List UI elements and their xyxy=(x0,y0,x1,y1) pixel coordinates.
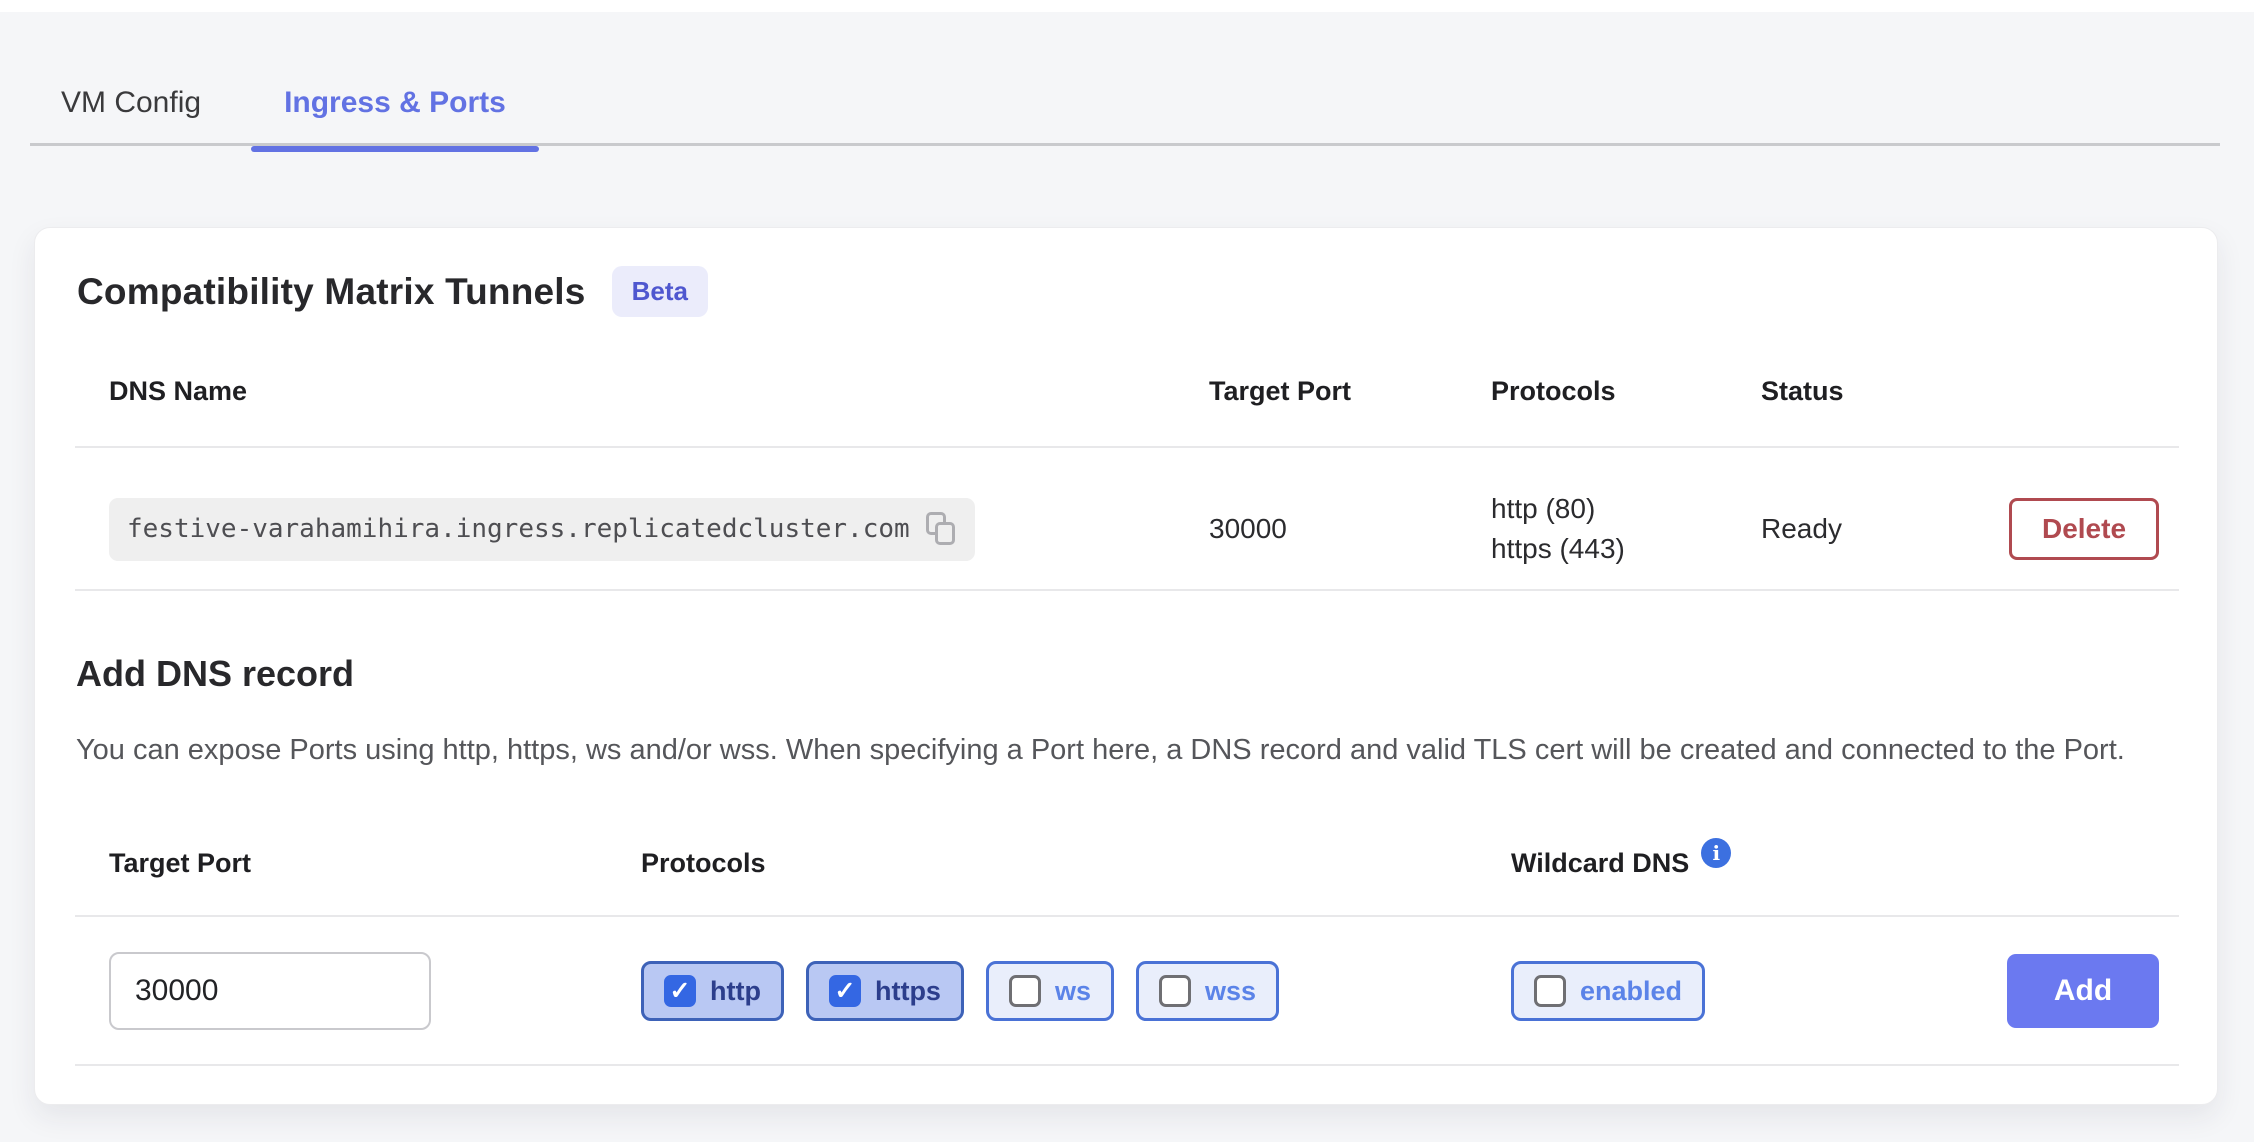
add-button[interactable]: Add xyxy=(2007,954,2159,1028)
protocol-checkbox-wss[interactable]: wss xyxy=(1136,961,1279,1021)
protocol-checkbox-http[interactable]: http xyxy=(641,961,784,1021)
protocol-label: http xyxy=(710,976,761,1007)
beta-badge: Beta xyxy=(612,266,708,317)
table-row-divider xyxy=(75,589,2179,591)
row-status: Ready xyxy=(1761,513,2009,545)
form-bottom-divider xyxy=(75,1064,2179,1066)
protocol-checkbox-ws[interactable]: ws xyxy=(986,961,1114,1021)
protocol-label: https xyxy=(875,976,941,1007)
form-label-divider xyxy=(75,915,2179,917)
card-title-row: Compatibility Matrix Tunnels Beta xyxy=(77,266,708,317)
col-header-target-port: Target Port xyxy=(1209,376,1491,407)
row-target-port: 30000 xyxy=(1209,513,1491,545)
protocol-checkbox-https[interactable]: https xyxy=(806,961,964,1021)
tunnels-card: Compatibility Matrix Tunnels Beta DNS Na… xyxy=(34,227,2218,1105)
dns-name-value: festive-varahamihira.ingress.replicatedc… xyxy=(127,514,910,544)
row-protocol-https: https (443) xyxy=(1491,529,1761,569)
tab-vm-config[interactable]: VM Config xyxy=(61,60,201,146)
table-header-divider xyxy=(75,446,2179,448)
checkbox-icon xyxy=(1534,975,1566,1007)
tab-ingress-ports[interactable]: Ingress & Ports xyxy=(251,60,539,146)
wildcard-enabled-checkbox[interactable]: enabled xyxy=(1511,961,1705,1021)
copy-icon[interactable] xyxy=(926,512,957,547)
protocol-label: wss xyxy=(1205,976,1256,1007)
info-icon[interactable]: i xyxy=(1701,838,1731,868)
delete-button[interactable]: Delete xyxy=(2009,498,2159,560)
tabbar: VM Config Ingress & Ports xyxy=(61,60,539,146)
page: VM Config Ingress & Ports Compatibility … xyxy=(0,0,2254,1142)
add-dns-heading: Add DNS record xyxy=(76,653,354,695)
col-header-status: Status xyxy=(1761,376,2009,407)
checkbox-icon xyxy=(664,975,696,1007)
form-row: http https ws wss enabled xyxy=(109,948,2179,1034)
form-label-target-port: Target Port xyxy=(109,848,641,879)
wildcard-label: enabled xyxy=(1580,976,1682,1007)
page-title: Compatibility Matrix Tunnels xyxy=(77,271,586,313)
checkbox-icon xyxy=(1159,975,1191,1007)
col-header-dns-name: DNS Name xyxy=(109,376,1209,407)
target-port-input[interactable] xyxy=(109,952,431,1030)
top-strip xyxy=(0,0,2254,12)
table-row: festive-varahamihira.ingress.replicatedc… xyxy=(109,468,2179,590)
checkbox-icon xyxy=(1009,975,1041,1007)
row-protocol-http: http (80) xyxy=(1491,489,1761,529)
form-label-row: Target Port Protocols Wildcard DNS i xyxy=(109,840,2179,886)
row-protocols: http (80) https (443) xyxy=(1491,489,1761,569)
form-label-wildcard-dns: Wildcard DNS xyxy=(1511,848,1689,879)
checkbox-icon xyxy=(829,975,861,1007)
protocol-pill-group: http https ws wss xyxy=(641,961,1511,1021)
dns-name-pill: festive-varahamihira.ingress.replicatedc… xyxy=(109,498,975,561)
table-header-row: DNS Name Target Port Protocols Status xyxy=(109,366,2179,416)
add-dns-description: You can expose Ports using http, https, … xyxy=(76,730,2136,771)
protocol-label: ws xyxy=(1055,976,1091,1007)
col-header-protocols: Protocols xyxy=(1491,376,1761,407)
form-label-protocols: Protocols xyxy=(641,848,1511,879)
